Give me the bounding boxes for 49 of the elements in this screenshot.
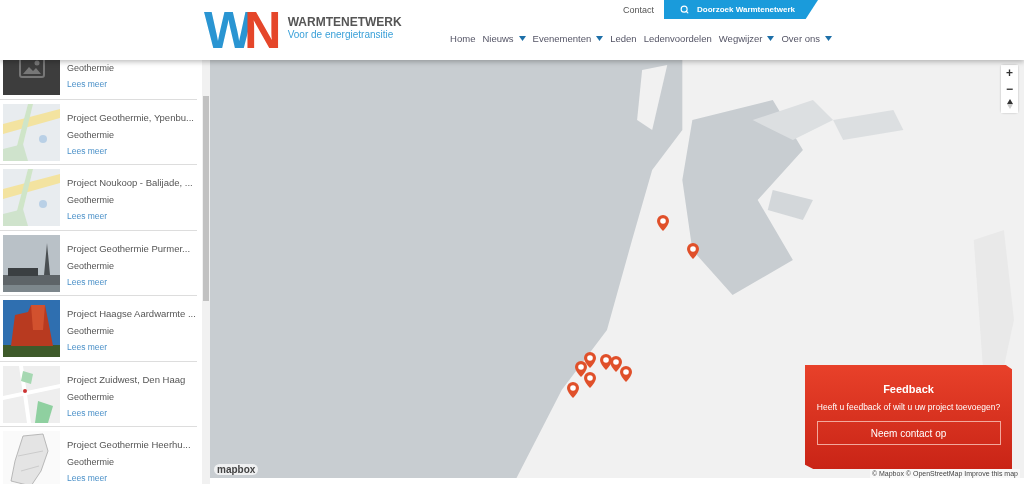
nav-link[interactable]: Ledenvoordelen xyxy=(643,33,712,44)
map-pin-icon[interactable] xyxy=(599,354,612,371)
contact-link[interactable]: Contact xyxy=(622,4,654,15)
image-icon xyxy=(18,60,45,78)
map-pin-icon[interactable] xyxy=(583,371,596,388)
project-title: Project Geothermie Purmer... xyxy=(67,242,191,255)
mapbox-logo[interactable]: mapbox xyxy=(214,464,259,475)
read-more-link[interactable]: Lees meer xyxy=(67,145,194,156)
project-title: Project Haagse Aardwarmte ... xyxy=(67,308,196,320)
map-pin-icon[interactable] xyxy=(609,355,622,372)
project-title: Project Geothermie Heerhu... xyxy=(67,439,191,451)
feedback-title: Feedback xyxy=(883,383,934,395)
nav-link[interactable]: Home xyxy=(450,33,476,44)
read-more-link[interactable]: Lees meer xyxy=(67,342,196,352)
project-category: Geothermie xyxy=(67,457,116,467)
compass-icon xyxy=(1006,99,1013,109)
search-icon xyxy=(680,5,689,14)
nav-link[interactable]: Nieuws xyxy=(482,33,526,44)
compass-button[interactable] xyxy=(1001,97,1018,113)
map-pin-icon[interactable] xyxy=(656,215,669,232)
project-title: Project Noukoop - Balijade, ... xyxy=(67,177,193,189)
read-more-link[interactable]: Lees meer xyxy=(67,276,191,287)
read-more-link[interactable]: Lees meer xyxy=(67,211,193,221)
map-pin-icon[interactable] xyxy=(687,242,699,259)
project-category: Geothermie xyxy=(67,129,116,140)
project-category: Geothermie xyxy=(67,260,116,271)
feedback-text: Heeft u feedback of wilt u uw project toevoegen? xyxy=(816,402,1001,412)
zoom-out-button[interactable]: − xyxy=(1001,81,1018,97)
nav-link[interactable]: Evenementen xyxy=(532,33,604,44)
map-pin-icon[interactable] xyxy=(575,360,588,377)
project-title: Project Zuidwest, Den Haag xyxy=(67,373,186,386)
map-pin-icon[interactable] xyxy=(566,381,579,398)
zoom-in-button[interactable]: + xyxy=(1001,65,1018,81)
project-category: Geothermie xyxy=(67,326,116,336)
project-category: Geothermie xyxy=(67,391,116,402)
tagline: Voor de energietransitie xyxy=(287,28,395,40)
brand-name: WARMTENETWERK xyxy=(287,14,402,29)
project-category: Geothermie xyxy=(67,63,115,73)
nav-link[interactable]: Over ons xyxy=(781,33,832,44)
read-more-link[interactable]: Lees meer xyxy=(67,473,191,483)
scrollbar-thumb[interactable] xyxy=(203,96,209,301)
contact-button[interactable]: Neem contact op xyxy=(816,421,1001,445)
read-more-link[interactable]: Lees meer xyxy=(67,79,115,89)
read-more-link[interactable]: Lees meer xyxy=(67,407,186,418)
project-category: Geothermie xyxy=(67,195,116,205)
nav-link[interactable]: Leden xyxy=(610,33,637,44)
nav-link[interactable]: Wegwijzer xyxy=(718,33,775,44)
map-pin-icon[interactable] xyxy=(620,365,633,382)
project-title: Project Geothermie, Ypenbu... xyxy=(67,111,194,124)
